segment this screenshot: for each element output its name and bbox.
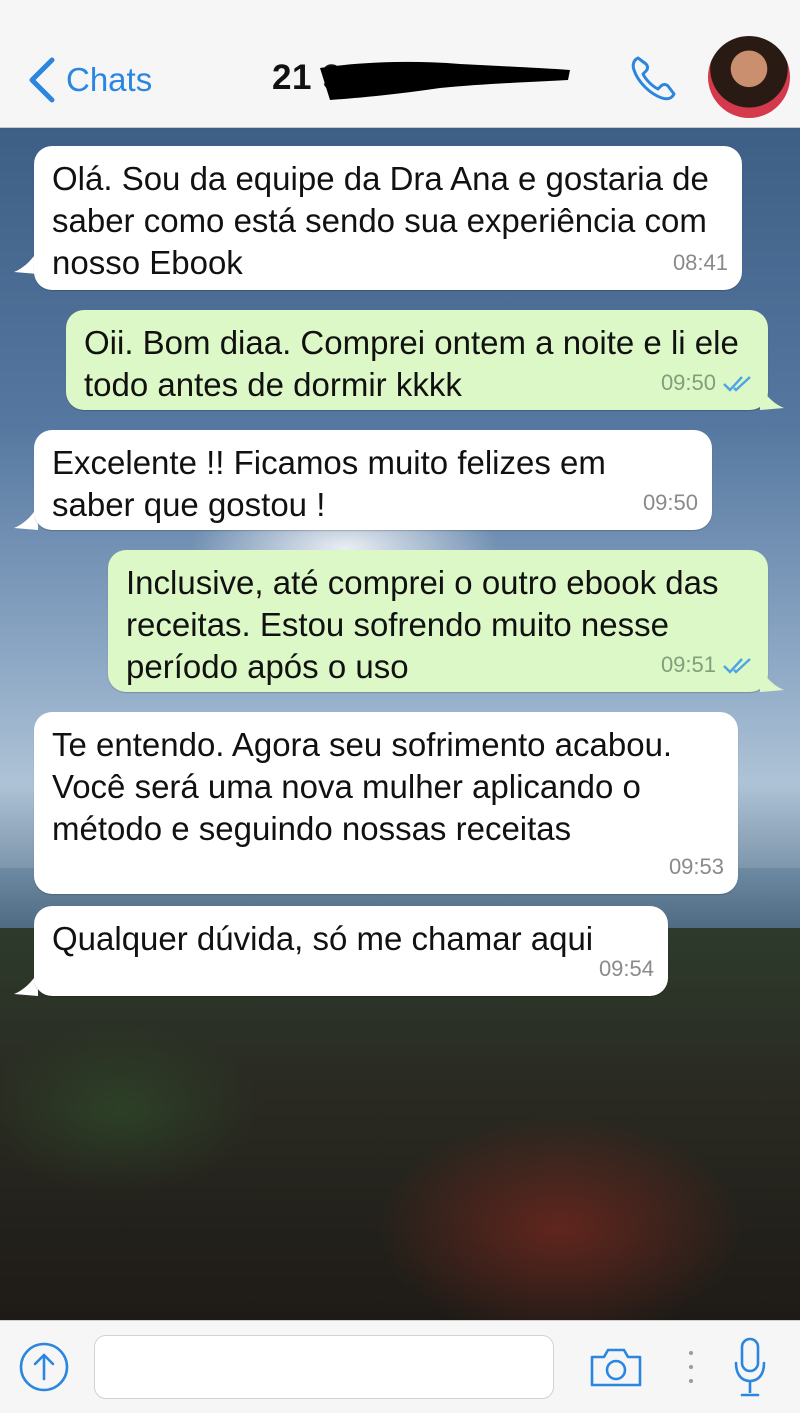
- bubble-tail: [760, 386, 784, 410]
- chat-header: Chats 21 9: [0, 0, 800, 128]
- message-meta: 08:41: [673, 242, 728, 284]
- read-ticks-icon: [723, 376, 751, 392]
- message-bubble-incoming[interactable]: Te entendo. Agora seu sofrimento acabou.…: [34, 712, 738, 894]
- message-input[interactable]: [94, 1335, 554, 1399]
- message-text: Oii. Bom diaa. Comprei ontem a noite e l…: [84, 324, 739, 403]
- separator-dots-icon: [689, 1351, 693, 1383]
- message-text: Qualquer dúvida, só me chamar aqui: [52, 920, 594, 957]
- message-meta: 09:50: [661, 362, 754, 404]
- camera-icon[interactable]: [588, 1341, 644, 1393]
- chevron-left-icon: [29, 57, 55, 103]
- contact-avatar[interactable]: [708, 36, 790, 118]
- chat-area[interactable]: Olá. Sou da equipe da Dra Ana e gostaria…: [0, 128, 800, 1320]
- redaction-mark: [320, 61, 570, 100]
- back-label: Chats: [66, 61, 153, 98]
- microphone-icon[interactable]: [732, 1335, 768, 1401]
- phone-icon[interactable]: [628, 52, 680, 104]
- message-input-bar: [0, 1320, 800, 1413]
- message-bubble-outgoing[interactable]: Inclusive, até comprei o outro ebook das…: [108, 550, 768, 692]
- message-time: 08:41: [672, 250, 728, 275]
- bubble-tail: [760, 668, 784, 692]
- read-ticks-icon: [723, 658, 751, 674]
- message-time: 09:50: [660, 370, 716, 395]
- message-text: Te entendo. Agora seu sofrimento acabou.…: [52, 726, 673, 847]
- message-time: 09:51: [660, 652, 716, 677]
- message-time: 09:53: [668, 854, 724, 879]
- attach-upload-icon[interactable]: [18, 1341, 70, 1393]
- message-time: 09:54: [598, 956, 654, 981]
- message-text: Inclusive, até comprei o outro ebook das…: [126, 564, 719, 685]
- message-bubble-incoming[interactable]: Excelente !! Ficamos muito felizes em sa…: [34, 430, 712, 530]
- message-bubble-incoming[interactable]: Olá. Sou da equipe da Dra Ana e gostaria…: [34, 146, 742, 290]
- message-time: 09:50: [642, 490, 698, 515]
- message-meta: 09:54: [599, 948, 654, 990]
- message-meta: 09:50: [643, 482, 698, 524]
- message-meta: 09:51: [661, 644, 754, 686]
- message-meta: 09:53: [669, 846, 724, 888]
- back-button[interactable]: Chats: [26, 52, 152, 108]
- message-text: Excelente !! Ficamos muito felizes em sa…: [52, 444, 606, 523]
- message-bubble-outgoing[interactable]: Oii. Bom diaa. Comprei ontem a noite e l…: [66, 310, 768, 410]
- message-text: Olá. Sou da equipe da Dra Ana e gostaria…: [52, 160, 709, 281]
- message-bubble-incoming[interactable]: Qualquer dúvida, só me chamar aqui 09:54: [34, 906, 668, 996]
